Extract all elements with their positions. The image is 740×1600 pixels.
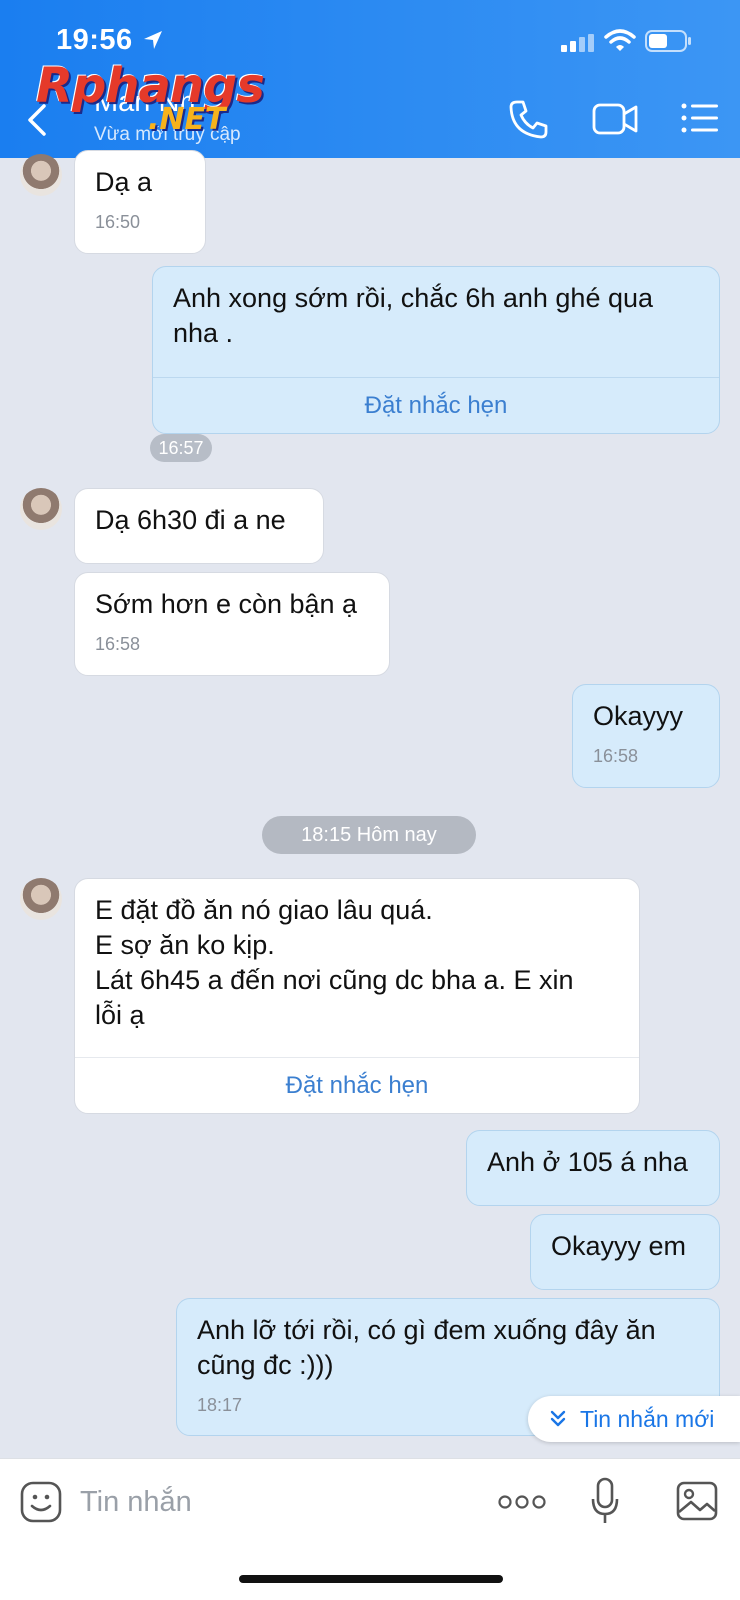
message-bubble-incoming[interactable]: Sớm hơn e còn bận ạ 16:58 — [74, 572, 390, 676]
message-input[interactable] — [80, 1477, 460, 1527]
watermark-logo: Rphangs .NET — [36, 58, 266, 140]
message-bubble-incoming[interactable]: E đặt đồ ăn nó giao lâu quá. E sợ ăn ko … — [74, 878, 640, 1114]
message-text: Dạ a — [95, 167, 153, 197]
message-text: Okayyy em — [551, 1231, 687, 1261]
phone-icon[interactable] — [508, 98, 550, 140]
video-camera-icon[interactable] — [592, 98, 638, 140]
more-dots-icon[interactable] — [498, 1493, 546, 1511]
chat-header: 19:56 Man Nh Vừa mới truy cập Rphangs .N… — [0, 0, 740, 158]
battery-icon — [645, 30, 691, 52]
message-input-bar — [0, 1458, 740, 1600]
message-bubble-incoming[interactable]: Dạ 6h30 đi a ne — [74, 488, 324, 564]
message-bubble-outgoing[interactable]: Anh ở 105 á nha — [466, 1130, 720, 1206]
message-bubble-outgoing[interactable]: Anh xong sớm rồi, chắc 6h anh ghé qua nh… — [152, 266, 720, 434]
message-text: Anh ở 105 á nha — [487, 1147, 688, 1177]
new-message-button[interactable]: Tin nhắn mới — [528, 1396, 740, 1442]
message-time: 16:58 — [593, 746, 639, 766]
watermark-suffix: .NET — [148, 102, 226, 137]
set-reminder-button[interactable]: Đặt nhắc hẹn — [75, 1057, 639, 1113]
message-text: Sớm hơn e còn bận ạ — [95, 589, 358, 619]
list-menu-icon[interactable] — [680, 98, 720, 138]
message-time-chip: 16:57 — [150, 434, 212, 462]
microphone-icon[interactable] — [590, 1477, 620, 1525]
location-arrow-icon — [144, 31, 162, 49]
message-bubble-outgoing[interactable]: Okayyy 16:58 — [572, 684, 720, 788]
avatar[interactable] — [20, 154, 62, 196]
message-bubble-outgoing[interactable]: Okayyy em — [530, 1214, 720, 1290]
home-indicator — [239, 1575, 503, 1583]
message-bubble-incoming[interactable]: Dạ a 16:50 — [74, 150, 206, 254]
new-message-label: Tin nhắn mới — [580, 1406, 715, 1432]
image-icon[interactable] — [676, 1481, 718, 1521]
avatar[interactable] — [20, 878, 62, 920]
status-time: 19:56 — [56, 24, 133, 56]
message-list[interactable]: Dạ a 16:50 Anh xong sớm rồi, chắc 6h anh… — [0, 150, 740, 1458]
message-time: 16:50 — [95, 212, 141, 232]
message-text: Anh lỡ tới rồi, có gì đem xuống đây ăn c… — [197, 1315, 656, 1380]
message-text: E đặt đồ ăn nó giao lâu quá. E sợ ăn ko … — [95, 895, 574, 1030]
message-time: 16:58 — [95, 634, 141, 654]
message-text: Dạ 6h30 đi a ne — [95, 505, 286, 535]
emoji-icon[interactable] — [20, 1481, 62, 1523]
cellular-signal-icon — [561, 34, 594, 52]
set-reminder-button[interactable]: Đặt nhắc hẹn — [153, 377, 719, 433]
avatar[interactable] — [20, 488, 62, 530]
wifi-icon — [604, 29, 636, 51]
message-text: Anh xong sớm rồi, chắc 6h anh ghé qua nh… — [173, 283, 654, 348]
message-text: Okayyy — [593, 701, 684, 731]
date-divider: 18:15 Hôm nay — [262, 816, 476, 854]
double-chevron-down-icon — [550, 1410, 566, 1427]
